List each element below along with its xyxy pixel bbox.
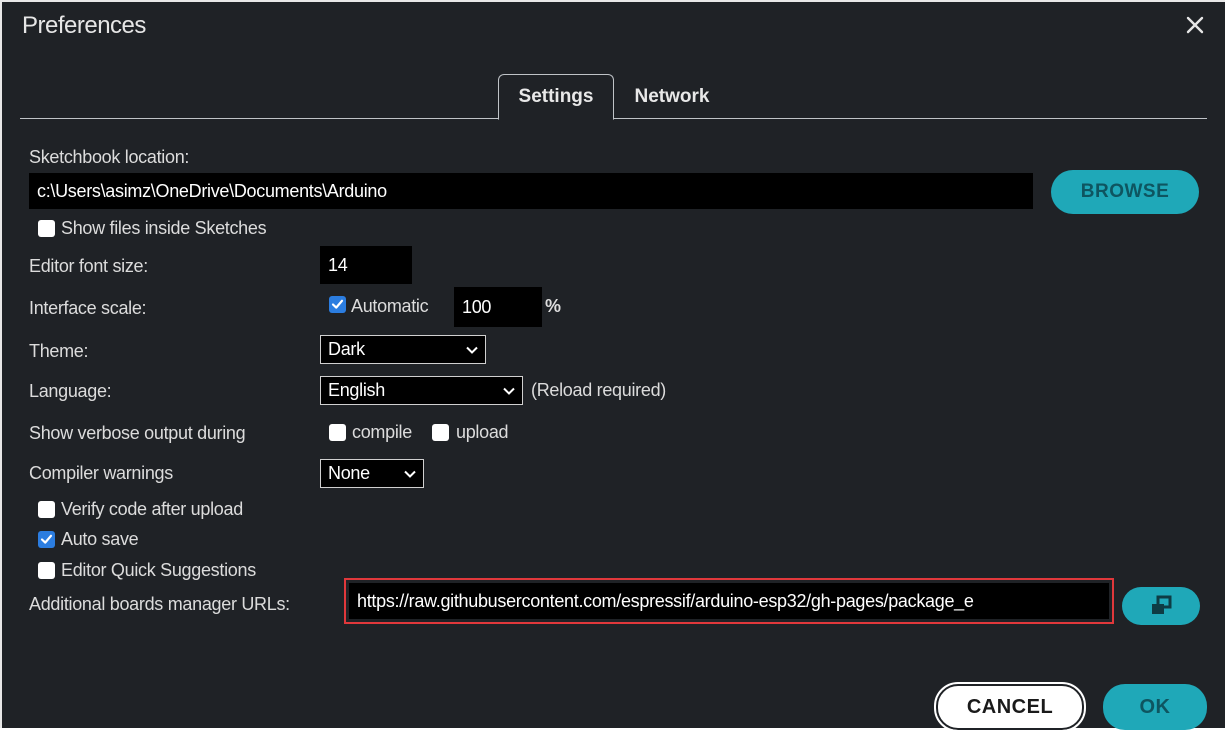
sketchbook-location-input[interactable]: c:\Users\asimz\OneDrive\Documents\Arduin… (29, 173, 1033, 209)
editor-font-size-input[interactable]: 14 (320, 246, 412, 284)
language-label: Language: (29, 381, 112, 401)
dialog-title: Preferences (22, 12, 146, 39)
upload-checkbox[interactable] (432, 424, 449, 441)
theme-label: Theme: (29, 341, 89, 361)
quick-suggestions-label: Editor Quick Suggestions (61, 560, 256, 580)
verbose-output-label: Show verbose output during (29, 423, 246, 443)
tab-settings[interactable]: Settings (498, 74, 614, 120)
interface-scale-label: Interface scale: (29, 298, 147, 318)
automatic-checkbox[interactable] (329, 296, 346, 313)
compiler-warnings-select[interactable]: None (320, 459, 424, 488)
checkmark-icon (331, 299, 344, 309)
chevron-down-icon (503, 387, 515, 395)
show-files-label: Show files inside Sketches (61, 218, 267, 238)
boards-urls-label: Additional boards manager URLs: (29, 594, 290, 614)
browse-button-label: BROWSE (1080, 181, 1170, 202)
boards-urls-value: https://raw.githubusercontent.com/espres… (357, 590, 974, 611)
quick-suggestions-checkbox[interactable] (38, 562, 55, 579)
close-icon[interactable] (1180, 10, 1210, 40)
interface-scale-value: 100 (462, 296, 492, 317)
cancel-button[interactable]: CANCEL (934, 682, 1086, 730)
ok-button[interactable]: OK (1103, 684, 1207, 730)
editor-font-size-label: Editor font size: (29, 256, 148, 276)
tab-network[interactable]: Network (620, 74, 724, 120)
interface-scale-input[interactable]: 100 (454, 287, 542, 327)
verify-code-checkbox[interactable] (38, 501, 55, 518)
reload-required-note: (Reload required) (531, 380, 666, 400)
edit-urls-button[interactable] (1122, 587, 1200, 625)
verify-code-label: Verify code after upload (61, 499, 243, 519)
chevron-down-icon (466, 346, 478, 354)
browse-button[interactable]: BROWSE (1051, 170, 1199, 214)
checkmark-icon (40, 534, 53, 544)
sketchbook-location-label: Sketchbook location: (29, 147, 190, 167)
compiler-warnings-select-value: None (328, 463, 370, 483)
chevron-down-icon (404, 470, 416, 478)
upload-label: upload (456, 422, 509, 442)
automatic-label: Automatic (351, 296, 429, 316)
boards-urls-input[interactable]: https://raw.githubusercontent.com/espres… (349, 583, 1109, 619)
sketchbook-location-value: c:\Users\asimz\OneDrive\Documents\Arduin… (37, 180, 387, 201)
auto-save-checkbox[interactable] (38, 531, 55, 548)
cancel-button-label: CANCEL (966, 695, 1054, 718)
tab-settings-label: Settings (518, 86, 594, 107)
window-stack-icon (1152, 595, 1172, 614)
language-select-value: English (328, 380, 385, 400)
tab-network-label: Network (634, 86, 710, 107)
compile-label: compile (352, 422, 412, 442)
theme-select-value: Dark (328, 339, 365, 359)
percent-unit: % (545, 296, 561, 316)
preferences-dialog: Preferences Settings Network Sketchbook … (0, 0, 1225, 730)
compile-checkbox[interactable] (329, 424, 346, 441)
compiler-warnings-label: Compiler warnings (29, 463, 173, 483)
language-select[interactable]: English (320, 376, 523, 405)
auto-save-label: Auto save (61, 529, 139, 549)
theme-select[interactable]: Dark (320, 335, 486, 364)
ok-button-label: OK (1139, 695, 1171, 718)
editor-font-size-value: 14 (328, 254, 348, 275)
show-files-checkbox[interactable] (38, 220, 55, 237)
